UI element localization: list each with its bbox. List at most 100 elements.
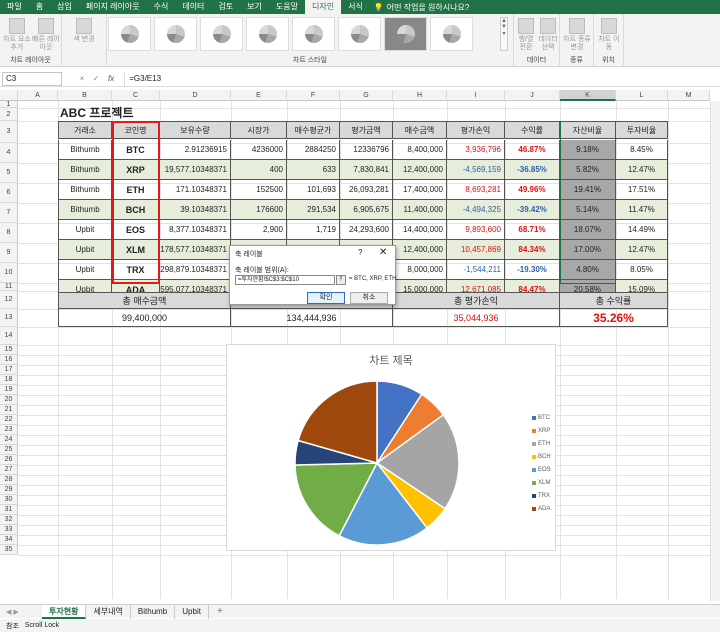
- cell-eval-profit[interactable]: 8,693,281: [447, 180, 505, 200]
- cell-buy-amount[interactable]: 14,400,000: [393, 220, 447, 240]
- row-header-2[interactable]: 2: [0, 108, 18, 121]
- cell-return-rate[interactable]: 84.34%: [505, 240, 560, 260]
- legend-item-xrp[interactable]: XRP: [532, 424, 551, 437]
- cell-return-rate[interactable]: 68.71%: [505, 220, 560, 240]
- row-header-29[interactable]: 29: [0, 485, 18, 495]
- row-header-6[interactable]: 6: [0, 183, 18, 203]
- collapse-dialog-icon[interactable]: ⤒: [336, 275, 346, 285]
- chart-legend[interactable]: BTC XRP ETH BCH EOS XLM TRX ADA: [532, 411, 551, 515]
- legend-item-btc[interactable]: BTC: [532, 411, 551, 424]
- legend-item-trx[interactable]: TRX: [532, 489, 551, 502]
- row-header-17[interactable]: 17: [0, 365, 18, 375]
- legend-item-eth[interactable]: ETH: [532, 437, 551, 450]
- legend-item-eos[interactable]: EOS: [532, 463, 551, 476]
- cell-holding-qty[interactable]: 171.10348371: [160, 180, 231, 200]
- pie-chart[interactable]: 차트 제목 BTC XRP ETH BCH EOS XLM TRX ADA: [226, 344, 556, 551]
- cell-return-rate[interactable]: -39.42%: [505, 200, 560, 220]
- cell-invest-ratio[interactable]: 14.49%: [616, 220, 668, 240]
- axis-range-input[interactable]: =투자현황!$C$3:$C$10: [235, 275, 335, 285]
- column-header-A[interactable]: A: [18, 90, 58, 101]
- cell-buy-amount[interactable]: 12,400,000: [393, 240, 447, 260]
- row-header-18[interactable]: 18: [0, 375, 18, 385]
- row-header-27[interactable]: 27: [0, 465, 18, 475]
- cancel-icon[interactable]: ×: [76, 74, 88, 83]
- insert-function-icon[interactable]: fx: [108, 74, 114, 83]
- cell-avg-buy-price[interactable]: 2884250: [287, 140, 340, 160]
- name-box[interactable]: C3: [2, 71, 62, 86]
- cell-holding-qty[interactable]: 19,577.10348371: [160, 160, 231, 180]
- cell-return-rate[interactable]: 46.87%: [505, 140, 560, 160]
- column-header-G[interactable]: G: [340, 90, 393, 101]
- cell-eval-amount[interactable]: 12336796: [340, 140, 393, 160]
- enter-icon[interactable]: ✓: [90, 74, 102, 83]
- switch-row-column-button[interactable]: 행/열 전환: [516, 18, 536, 52]
- column-header-D[interactable]: D: [160, 90, 231, 101]
- sheet-tab-upbit[interactable]: Upbit: [175, 604, 209, 619]
- cell-holding-qty[interactable]: 298,879.10348371: [160, 260, 231, 280]
- column-header-K[interactable]: K: [560, 90, 616, 101]
- ok-button[interactable]: 확인: [307, 292, 345, 304]
- cell-exchange[interactable]: Upbit: [58, 240, 112, 260]
- row-header-11[interactable]: 11: [0, 283, 18, 291]
- cell-market-price[interactable]: 176600: [231, 200, 287, 220]
- cell-eval-profit[interactable]: -4,569,159: [447, 160, 505, 180]
- cell-buy-amount[interactable]: 8,000,000: [393, 260, 447, 280]
- tab-review[interactable]: 검토: [211, 0, 240, 14]
- legend-item-xlm[interactable]: XLM: [532, 476, 551, 489]
- row-header-16[interactable]: 16: [0, 355, 18, 365]
- close-icon[interactable]: ✕: [379, 247, 387, 258]
- row-header-9[interactable]: 9: [0, 243, 18, 263]
- cell-invest-ratio[interactable]: 12.47%: [616, 240, 668, 260]
- column-header-B[interactable]: B: [58, 90, 112, 101]
- cell-market-price[interactable]: 4236000: [231, 140, 287, 160]
- vertical-scrollbar[interactable]: [710, 101, 720, 601]
- cell-exchange[interactable]: Upbit: [58, 220, 112, 240]
- column-header-M[interactable]: M: [668, 90, 710, 101]
- row-header-35[interactable]: 35: [0, 545, 18, 555]
- cell-exchange[interactable]: Bithumb: [58, 160, 112, 180]
- cell-avg-buy-price[interactable]: 291,534: [287, 200, 340, 220]
- column-header-I[interactable]: I: [447, 90, 505, 101]
- sheet-nav-arrows[interactable]: ◀ ▶: [6, 608, 42, 616]
- cell-buy-amount[interactable]: 12,400,000: [393, 160, 447, 180]
- tab-file[interactable]: 파일: [0, 0, 29, 14]
- cell-return-rate[interactable]: -36.85%: [505, 160, 560, 180]
- row-header-13[interactable]: 13: [0, 309, 18, 327]
- cell-invest-ratio[interactable]: 8.45%: [616, 140, 668, 160]
- cell-market-price[interactable]: 400: [231, 160, 287, 180]
- row-header-12[interactable]: 12: [0, 291, 18, 309]
- row-header-5[interactable]: 5: [0, 163, 18, 183]
- tab-design[interactable]: 디자인: [304, 0, 342, 14]
- cell-eval-profit[interactable]: 10,457,869: [447, 240, 505, 260]
- row-header-8[interactable]: 8: [0, 223, 18, 243]
- row-header-31[interactable]: 31: [0, 505, 18, 515]
- row-header-26[interactable]: 26: [0, 455, 18, 465]
- legend-item-ada[interactable]: ADA: [532, 502, 551, 515]
- cell-eval-profit[interactable]: 9,893,600: [447, 220, 505, 240]
- tab-view[interactable]: 보기: [240, 0, 269, 14]
- cell-eval-amount[interactable]: 26,093,281: [340, 180, 393, 200]
- change-chart-type-button[interactable]: 차트 종류 변경: [562, 18, 592, 52]
- sheet-tab-investment[interactable]: 투자현황: [42, 604, 87, 619]
- tab-page-layout[interactable]: 페이지 레이아웃: [79, 0, 147, 14]
- row-header-19[interactable]: 19: [0, 385, 18, 395]
- tab-format[interactable]: 서식: [341, 0, 370, 14]
- cell-eval-profit[interactable]: 3,936,796: [447, 140, 505, 160]
- select-data-button[interactable]: 데이터 선택: [537, 18, 559, 52]
- add-chart-element-button[interactable]: 차트 요소 추가: [3, 18, 31, 52]
- cell-eval-amount[interactable]: 24,293,600: [340, 220, 393, 240]
- cell-exchange[interactable]: Bithumb: [58, 200, 112, 220]
- tab-home[interactable]: 홈: [29, 0, 50, 14]
- column-header-J[interactable]: J: [505, 90, 560, 101]
- cell-invest-ratio[interactable]: 17.51%: [616, 180, 668, 200]
- cell-return-rate[interactable]: 49.96%: [505, 180, 560, 200]
- legend-item-bch[interactable]: BCH: [532, 450, 551, 463]
- sheet-tab-details[interactable]: 세부내역: [86, 604, 131, 619]
- row-header-22[interactable]: 22: [0, 415, 18, 425]
- cell-invest-ratio[interactable]: 12.47%: [616, 160, 668, 180]
- cell-exchange[interactable]: Bithumb: [58, 180, 112, 200]
- move-chart-button[interactable]: 차트 이동: [596, 18, 622, 52]
- cell-buy-amount[interactable]: 8,400,000: [393, 140, 447, 160]
- formula-input[interactable]: =G3/E13: [124, 71, 720, 86]
- change-colors-button[interactable]: 색 변경: [68, 18, 100, 44]
